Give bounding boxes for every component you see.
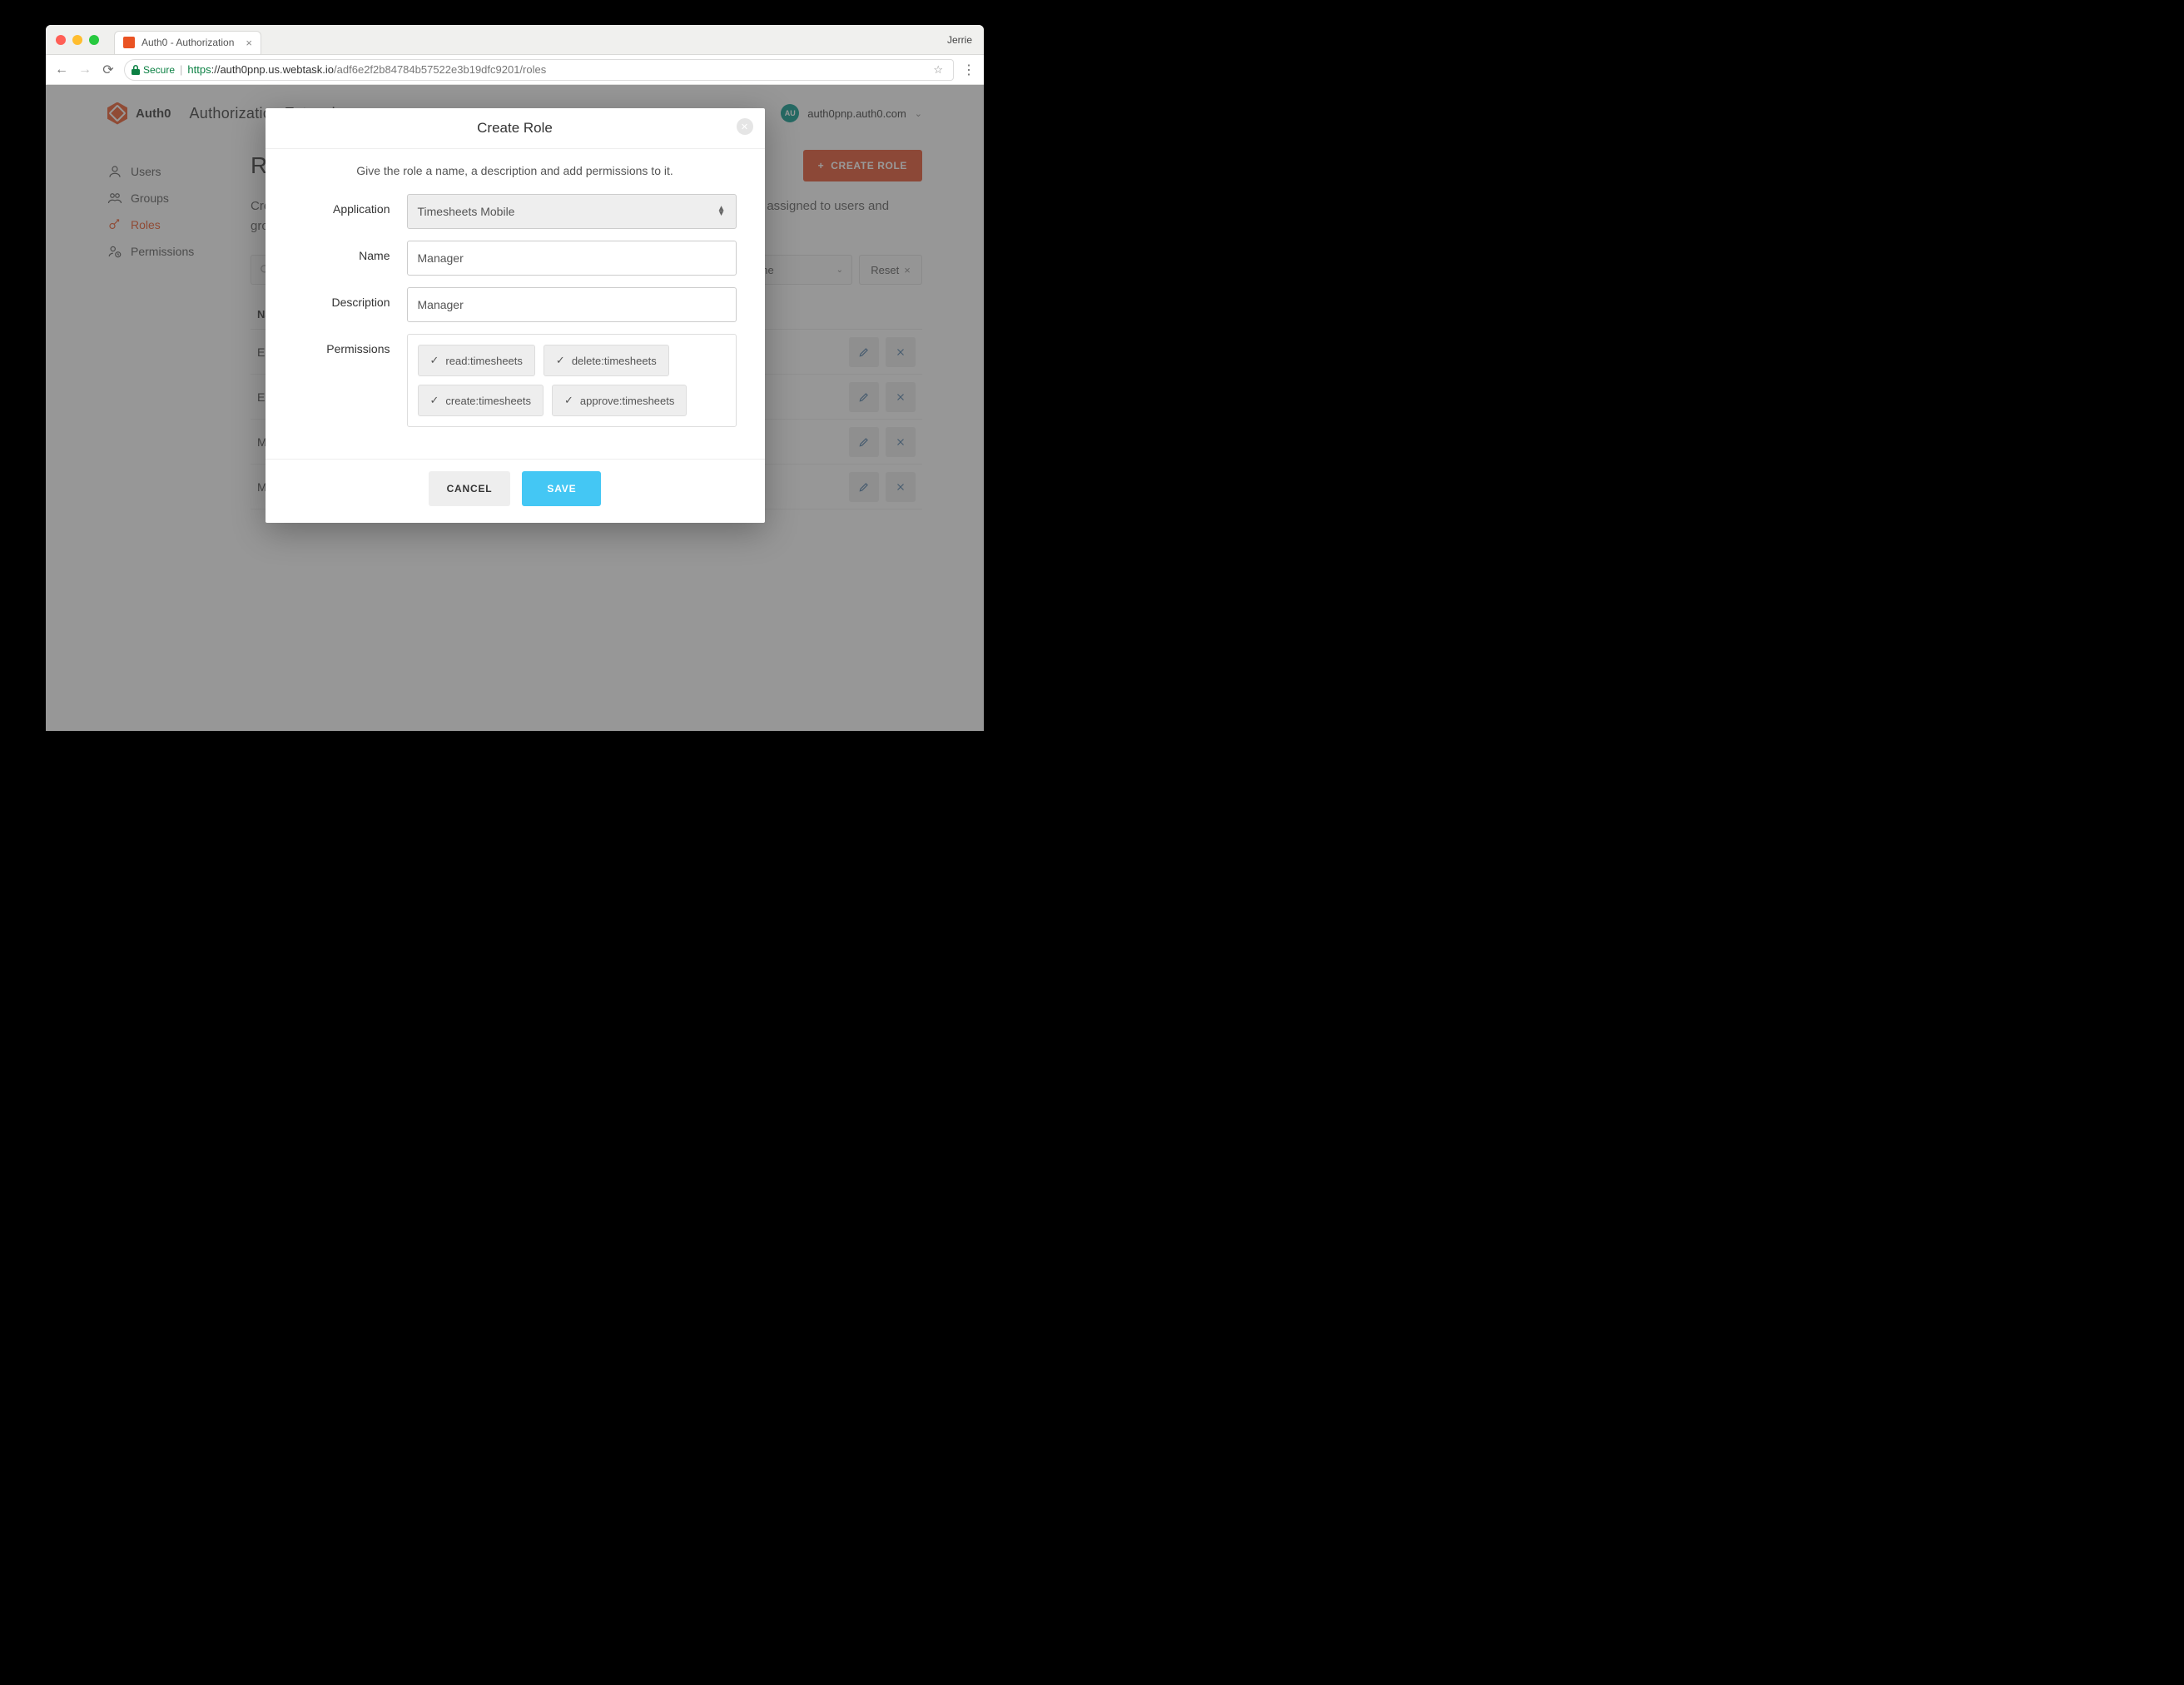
back-icon[interactable]: ← <box>54 62 69 77</box>
check-icon: ✓ <box>430 354 439 367</box>
description-label: Description <box>294 287 407 309</box>
save-button[interactable]: SAVE <box>522 471 601 506</box>
cancel-button[interactable]: CANCEL <box>429 471 511 506</box>
check-icon: ✓ <box>564 394 573 407</box>
minimize-window-button[interactable] <box>72 35 82 45</box>
titlebar: Auth0 - Authorization × Jerrie <box>46 25 984 55</box>
tab-title: Auth0 - Authorization <box>141 37 234 48</box>
modal-subtitle: Give the role a name, a description and … <box>266 149 765 187</box>
check-icon: ✓ <box>430 394 439 407</box>
permissions-multiselect[interactable]: ✓ read:timesheets ✓ delete:timesheets ✓ … <box>407 334 737 427</box>
browser-tab[interactable]: Auth0 - Authorization × <box>114 31 261 54</box>
close-window-button[interactable] <box>56 35 66 45</box>
modal-close-button[interactable]: ✕ <box>737 118 753 135</box>
permission-chip[interactable]: ✓ delete:timesheets <box>544 345 669 376</box>
select-arrows-icon: ▲▼ <box>717 206 726 216</box>
permissions-label: Permissions <box>294 334 407 355</box>
modal-footer: CANCEL SAVE <box>266 459 765 523</box>
permission-chip[interactable]: ✓ approve:timesheets <box>552 385 687 416</box>
application-label: Application <box>294 194 407 216</box>
maximize-window-button[interactable] <box>89 35 99 45</box>
address-bar-row: ← → ⟳ Secure | https://auth0pnp.us.webta… <box>46 55 984 85</box>
browser-profile-name: Jerrie <box>947 34 972 46</box>
check-icon: ✓ <box>556 354 565 367</box>
bookmark-star-icon[interactable]: ☆ <box>933 63 943 77</box>
create-role-modal: Create Role ✕ Give the role a name, a de… <box>266 108 765 523</box>
browser-menu-icon[interactable]: ⋮ <box>962 62 975 78</box>
role-description-input[interactable] <box>407 287 737 322</box>
window-controls <box>56 35 99 45</box>
url-text: https://auth0pnp.us.webtask.io/adf6e2f2b… <box>187 63 546 76</box>
url-input[interactable]: Secure | https://auth0pnp.us.webtask.io/… <box>124 59 954 81</box>
secure-lock-icon: Secure <box>132 64 175 76</box>
permission-chip[interactable]: ✓ read:timesheets <box>418 345 535 376</box>
modal-title: Create Role <box>477 120 553 136</box>
modal-header: Create Role ✕ <box>266 108 765 149</box>
close-tab-icon[interactable]: × <box>246 37 252 49</box>
application-selected-value: Timesheets Mobile <box>418 205 515 218</box>
name-label: Name <box>294 241 407 262</box>
permission-chip[interactable]: ✓ create:timesheets <box>418 385 544 416</box>
reload-icon[interactable]: ⟳ <box>101 62 116 78</box>
modal-body: Application Timesheets Mobile ▲▼ Name <box>266 187 765 459</box>
close-icon: ✕ <box>741 122 748 132</box>
modal-overlay: Create Role ✕ Give the role a name, a de… <box>46 85 984 731</box>
tab-favicon <box>123 37 135 48</box>
forward-icon: → <box>77 62 92 77</box>
application-select[interactable]: Timesheets Mobile ▲▼ <box>407 194 737 229</box>
role-name-input[interactable] <box>407 241 737 276</box>
browser-window: Auth0 - Authorization × Jerrie ← → ⟳ Sec… <box>46 25 984 731</box>
